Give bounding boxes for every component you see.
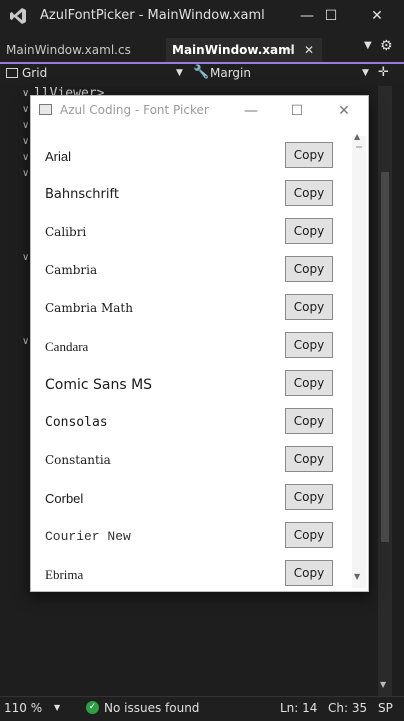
chevron-down-icon[interactable]: ▼ [54, 703, 60, 712]
list-item: Constantia Copy [31, 443, 351, 481]
line-number: Ln: 14 [280, 701, 318, 715]
maximize-button[interactable]: ☐ [318, 3, 344, 29]
whitespace-mode[interactable]: SP [378, 701, 393, 715]
copy-button[interactable]: Copy [285, 332, 333, 358]
pin-icon[interactable]: ⊣ [284, 38, 294, 62]
tab-label: MainWindow.xaml [172, 43, 295, 57]
font-name: Arial [45, 149, 72, 164]
scrollbar-thumb[interactable] [381, 172, 389, 542]
close-button[interactable]: ✕ [332, 100, 356, 122]
font-name: Consolas [45, 415, 108, 430]
list-item: Arial Copy [31, 139, 351, 177]
font-name: Bahnschrift [45, 187, 119, 202]
grid-icon [6, 68, 18, 78]
copy-button[interactable]: Copy [285, 484, 333, 510]
status-bar: 110 % ▼ ✓ No issues found Ln: 14 Ch: 35 … [0, 696, 404, 721]
list-item: Cambria Math Copy [31, 291, 351, 329]
tab-label: MainWindow.xaml.cs [6, 43, 131, 57]
list-item: Candara Copy [31, 329, 351, 367]
fold-chevron-icon[interactable]: ∨ [22, 120, 29, 131]
document-tab-bar: MainWindow.xaml.cs MainWindow.xaml ⊣ ✕ ▼… [0, 38, 404, 64]
close-button[interactable]: ✕ [364, 3, 390, 29]
app-window-icon [39, 104, 52, 115]
check-circle-icon: ✓ [86, 701, 99, 714]
font-name: Candara [45, 339, 89, 354]
fold-chevron-icon[interactable]: ∨ [22, 168, 29, 179]
font-name: Calibri [45, 225, 87, 239]
copy-button[interactable]: Copy [285, 256, 333, 282]
font-list-scrollbar[interactable]: ▲ ▼ [352, 132, 366, 588]
tab-mainwindow-xaml[interactable]: MainWindow.xaml ⊣ ✕ [166, 38, 322, 62]
element-selector[interactable]: Grid [22, 66, 47, 80]
fold-chevron-icon[interactable]: ∨ [22, 252, 29, 263]
list-item: Courier New Copy [31, 519, 351, 557]
font-picker-title: Azul Coding - Font Picker [60, 103, 209, 117]
copy-button[interactable]: Copy [285, 218, 333, 244]
issues-status[interactable]: No issues found [104, 701, 199, 715]
column-number: Ch: 35 [328, 701, 368, 715]
scroll-down-icon[interactable]: ▼ [354, 572, 360, 581]
scroll-up-icon[interactable]: ▲ [354, 132, 360, 141]
visual-studio-logo-icon [10, 8, 26, 24]
list-item: Cambria Copy [31, 253, 351, 291]
chevron-down-icon[interactable]: ▼ [362, 68, 369, 78]
chevron-down-icon[interactable]: ▼ [176, 68, 183, 78]
copy-button[interactable]: Copy [285, 408, 333, 434]
list-item: Comic Sans MS Copy [31, 367, 351, 405]
copy-button[interactable]: Copy [285, 294, 333, 320]
zoom-level[interactable]: 110 % [4, 701, 42, 715]
tab-mainwindow-xaml-cs[interactable]: MainWindow.xaml.cs [0, 38, 137, 62]
font-name: Cambria [45, 263, 98, 277]
copy-button[interactable]: Copy [285, 142, 333, 168]
copy-button[interactable]: Copy [285, 560, 333, 586]
minimize-button[interactable]: — [239, 100, 263, 122]
font-name: Ebrima [45, 567, 84, 582]
maximize-button[interactable]: ☐ [285, 100, 309, 122]
fold-chevron-icon[interactable]: ∨ [22, 336, 29, 347]
copy-button[interactable]: Copy [285, 522, 333, 548]
fold-chevron-icon[interactable]: ∨ [22, 88, 29, 99]
font-list: Arial Copy Bahnschrift Copy Calibri Copy… [31, 136, 351, 591]
font-name: Corbel [45, 491, 84, 506]
tab-list-dropdown-icon[interactable]: ▼ [364, 40, 372, 51]
wrench-icon: 🔧 [193, 65, 210, 80]
scroll-down-icon[interactable]: ▼ [380, 680, 386, 689]
list-item: Calibri Copy [31, 215, 351, 253]
font-picker-title-bar: Azul Coding - Font Picker — ☐ ✕ [31, 96, 368, 126]
fold-chevron-icon[interactable]: ∨ [22, 136, 29, 147]
font-picker-window: Azul Coding - Font Picker — ☐ ✕ Arial Co… [30, 95, 369, 592]
editor-scrollbar[interactable] [378, 86, 392, 696]
copy-button[interactable]: Copy [285, 446, 333, 472]
copy-button[interactable]: Copy [285, 180, 333, 206]
window-title: AzulFontPicker - MainWindow.xaml [40, 8, 265, 23]
minimize-button[interactable]: — [294, 3, 320, 29]
font-name: Cambria Math [45, 301, 133, 315]
font-name: Courier New [45, 529, 131, 544]
list-item: Ebrima Copy [31, 557, 351, 595]
navigation-bar: Grid ▼ 🔧 Margin ▼ ✛ [0, 64, 404, 84]
title-bar: AzulFontPicker - MainWindow.xaml — ☐ ✕ [0, 0, 404, 32]
list-item: Corbel Copy [31, 481, 351, 519]
font-name: Comic Sans MS [45, 377, 153, 393]
font-name: Constantia [45, 453, 111, 467]
close-tab-icon[interactable]: ✕ [304, 38, 314, 62]
list-item: Bahnschrift Copy [31, 177, 351, 215]
copy-button[interactable]: Copy [285, 370, 333, 396]
list-item: Consolas Copy [31, 405, 351, 443]
split-view-icon[interactable]: ✛ [378, 65, 389, 80]
fold-chevron-icon[interactable]: ∨ [22, 104, 29, 115]
fold-chevron-icon[interactable]: ∨ [22, 152, 29, 163]
scrollbar-thumb[interactable] [356, 146, 362, 148]
property-selector[interactable]: Margin [210, 66, 251, 80]
gear-icon[interactable]: ⚙ [380, 38, 393, 54]
